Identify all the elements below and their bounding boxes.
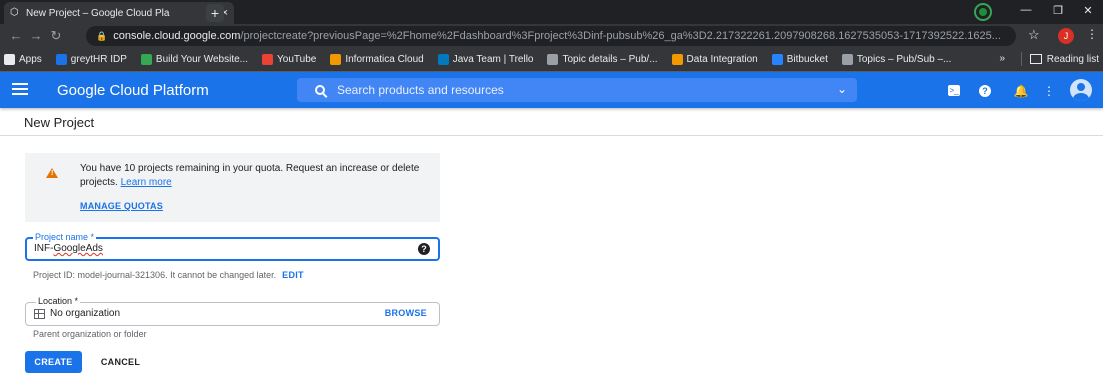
tab-strip: ⬡ New Project – Google Cloud Pla × + — ❐…: [0, 0, 1103, 24]
product-title[interactable]: Google Cloud Platform: [57, 82, 209, 99]
location-field[interactable]: Location * No organization BROWSE: [25, 296, 440, 326]
help-icon[interactable]: ?: [979, 85, 991, 97]
bookmark-favicon-icon: [841, 54, 853, 65]
reading-list-button[interactable]: Reading list: [1020, 52, 1099, 66]
project-name-field[interactable]: Project name * INF-GoogleAds ?: [25, 232, 440, 261]
page-title: New Project: [24, 115, 95, 130]
lock-icon: 🔒: [96, 30, 108, 41]
new-tab-button[interactable]: +: [206, 4, 224, 22]
url-host: console.cloud.google.com: [113, 30, 241, 42]
organization-icon: [34, 309, 45, 319]
warning-icon: !: [46, 168, 58, 178]
cloud-shell-icon[interactable]: >_: [948, 85, 960, 96]
browser-tab-active[interactable]: ⬡ New Project – Google Cloud Pla ×: [4, 2, 234, 24]
browse-button[interactable]: BROWSE: [385, 308, 427, 318]
manage-quotas-link[interactable]: MANAGE QUOTAS: [80, 201, 163, 211]
hamburger-menu-icon[interactable]: [12, 83, 28, 97]
bookmark-label: Build Your Website...: [155, 54, 249, 65]
restore-icon[interactable]: ❐: [1044, 0, 1072, 20]
cancel-button[interactable]: CANCEL: [92, 351, 149, 373]
bookmark-favicon-icon: [437, 54, 449, 65]
bookmark-label: Topics – Pub/Sub –...: [856, 54, 952, 65]
bookmark-favicon-icon: [547, 54, 559, 65]
bookmark-item[interactable]: Topic details – Pub/...: [547, 54, 658, 65]
bookmark-item[interactable]: Informatica Cloud: [330, 54, 424, 65]
bookmark-item[interactable]: greytHR IDP: [55, 54, 127, 65]
edit-project-id-button[interactable]: EDIT: [282, 270, 304, 280]
bookmark-item[interactable]: Topics – Pub/Sub –...: [841, 54, 952, 65]
minimize-icon[interactable]: —: [1012, 0, 1040, 20]
search-icon: [315, 85, 325, 95]
more-options-icon[interactable]: ⋮: [1041, 83, 1057, 99]
reading-list-icon: [1029, 54, 1042, 64]
project-name-prefix: INF-: [34, 243, 54, 254]
browser-menu-icon[interactable]: ⋮: [1086, 27, 1098, 41]
bookmarks-separator: [1020, 52, 1022, 66]
bookmark-favicon-icon: [671, 54, 683, 65]
more-bookmarks-icon[interactable]: »: [999, 53, 1005, 64]
bookmark-star-icon[interactable]: ☆: [1028, 27, 1040, 43]
project-id-text: Project ID: model-journal-321306. It can…: [33, 270, 277, 280]
bookmark-label: YouTube: [277, 54, 317, 65]
location-value: No organization: [50, 308, 121, 319]
bookmark-favicon-icon: [262, 54, 274, 65]
learn-more-link[interactable]: Learn more: [121, 177, 172, 188]
bookmark-label: Apps: [19, 54, 42, 65]
url-path: /projectcreate?previousPage=%2Fhome%2Fda…: [240, 30, 1001, 42]
bookmark-favicon-icon: [140, 54, 152, 65]
bookmark-label: Topic details – Pub/...: [562, 54, 658, 65]
project-name-label: Project name *: [33, 232, 97, 242]
address-bar[interactable]: 🔒 console.cloud.google.com/projectcreate…: [86, 26, 1016, 46]
bookmark-label: Informatica Cloud: [345, 54, 424, 65]
bookmark-label: Data Integration: [686, 54, 758, 65]
quota-message: You have 10 projects remaining in your q…: [80, 162, 425, 190]
bookmark-label: Java Team | Trello: [452, 54, 534, 65]
page-header: New Project: [0, 108, 1103, 136]
reload-icon[interactable]: ↻: [46, 26, 66, 46]
back-icon[interactable]: ←: [6, 26, 26, 46]
bookmark-item[interactable]: Java Team | Trello: [437, 54, 534, 65]
project-name-suffix: GoogleAds: [53, 243, 103, 254]
bookmark-label: greytHR IDP: [70, 54, 127, 65]
project-name-value[interactable]: INF-GoogleAds: [34, 243, 103, 254]
search-placeholder: Search products and resources: [337, 83, 504, 97]
account-avatar-icon[interactable]: [1070, 79, 1092, 101]
chevron-down-icon[interactable]: ⌄: [837, 82, 847, 96]
forward-icon[interactable]: →: [26, 26, 46, 46]
create-button[interactable]: CREATE: [25, 351, 82, 373]
gcp-top-bar: Google Cloud Platform Search products an…: [0, 72, 1103, 108]
close-window-icon[interactable]: ✕: [1074, 0, 1102, 20]
reading-list-label: Reading list: [1046, 53, 1099, 65]
bookmark-favicon-icon: [771, 54, 783, 65]
quota-warning-box: ! You have 10 projects remaining in your…: [25, 153, 440, 222]
extension-status-icon[interactable]: [976, 5, 990, 19]
gcp-favicon-icon: ⬡: [10, 7, 19, 18]
location-label: Location *: [36, 296, 81, 306]
bookmark-item[interactable]: Data Integration: [671, 54, 758, 65]
help-circle-icon[interactable]: ?: [418, 243, 430, 255]
bookmark-item[interactable]: Apps: [4, 54, 42, 65]
apps-grid-icon: [4, 54, 15, 65]
profile-avatar[interactable]: J: [1058, 28, 1074, 44]
bookmark-label: Bitbucket: [786, 54, 828, 65]
bookmark-favicon-icon: [330, 54, 342, 65]
bookmark-item[interactable]: YouTube: [262, 54, 316, 65]
browser-toolbar: ← → ↻ 🔒 console.cloud.google.com/project…: [0, 24, 1103, 48]
bookmark-item[interactable]: Bitbucket: [771, 54, 828, 65]
notifications-icon[interactable]: 🔔: [1013, 83, 1029, 99]
search-bar[interactable]: Search products and resources ⌄: [297, 78, 857, 102]
tab-title: New Project – Google Cloud Pla: [26, 7, 170, 19]
bookmarks-bar: Apps greytHR IDP Build Your Website... YouT…: [0, 48, 1103, 72]
bookmark-item[interactable]: Build Your Website...: [140, 54, 249, 65]
location-helper-text: Parent organization or folder: [33, 329, 147, 339]
project-id-line: Project ID: model-journal-321306. It can…: [33, 270, 304, 280]
browser-chrome: ⬡ New Project – Google Cloud Pla × + — ❐…: [0, 0, 1103, 72]
bookmark-favicon-icon: [55, 54, 67, 65]
